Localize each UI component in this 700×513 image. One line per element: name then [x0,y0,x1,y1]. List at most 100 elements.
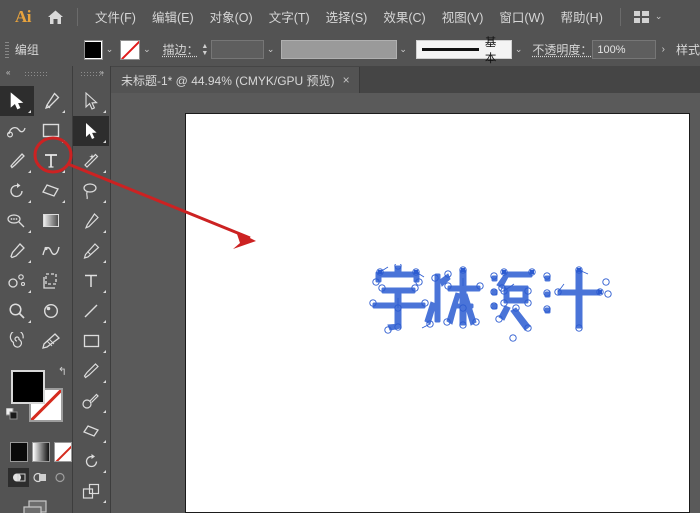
pencil-tool-alt[interactable] [73,236,109,266]
magic-wand-tool[interactable] [73,146,109,176]
type-tool[interactable] [34,146,68,176]
lasso-tool[interactable] [73,176,109,206]
perspective-grid-tool[interactable] [0,206,34,236]
artboard-tool[interactable] [34,266,68,296]
opacity-flyout-arrow[interactable]: › [656,40,671,59]
menu-edit[interactable]: 编辑(E) [144,3,202,30]
draw-normal-icon [11,471,26,484]
shape-tool[interactable] [34,116,68,146]
collapse-left-icon[interactable]: « [6,68,9,77]
rotate-tool[interactable] [0,176,34,206]
panel-grip[interactable] [25,72,47,76]
menu-view[interactable]: 视图(V) [434,3,492,30]
menu-help[interactable]: 帮助(H) [553,3,611,30]
tool-flyout-corner [62,110,65,113]
tool-flyout-corner [103,410,106,413]
stroke-weight-stepper[interactable]: ▲ ▼ [199,40,211,60]
spiral-tool[interactable] [0,326,34,356]
type-tool-alt[interactable] [73,266,109,296]
paintbrush-tool[interactable] [0,146,34,176]
symbol-sprayer-tool[interactable] [0,266,34,296]
menu-file[interactable]: 文件(F) [87,3,144,30]
scale-icon [82,483,100,500]
menu-object[interactable]: 对象(O) [202,3,261,30]
stroke-weight-label[interactable]: 描边： [163,41,199,58]
blend-icon [41,243,61,259]
swap-fill-stroke-icon[interactable]: ↰ [58,365,67,378]
brush-definition-label: 基本 [485,34,506,66]
blob-brush-tool[interactable] [73,386,109,416]
close-icon[interactable]: × [343,74,350,86]
fill-color-box[interactable] [11,370,45,404]
workspace-grid-icon [634,11,650,23]
tool-flyout-corner [103,110,106,113]
artwork-text[interactable] [368,264,613,344]
tool-panel-primary-header[interactable]: « [0,66,72,82]
draw-inside-icon [53,471,68,484]
tool-flyout-corner [28,230,31,233]
shape-builder-tool[interactable] [34,176,68,206]
styles-label[interactable]: 样式 [676,41,700,58]
zoom-tool[interactable] [0,296,34,326]
tool-flyout-corner [103,290,106,293]
default-fill-stroke-icon[interactable] [6,408,18,420]
rotate-tool-alt[interactable] [73,446,109,476]
free-transform-tool[interactable] [34,296,68,326]
home-icon[interactable] [42,4,68,30]
width-tool[interactable] [73,506,109,513]
tool-grid-primary [0,82,72,356]
pen-tool[interactable] [34,86,68,116]
canvas-area[interactable] [110,93,700,513]
pencil-tool[interactable] [34,326,68,356]
stroke-color-swatch[interactable] [120,40,140,60]
opacity-label[interactable]: 不透明度： [532,41,592,58]
artboard[interactable] [185,113,690,513]
stroke-dropdown-chevron[interactable]: ⌄ [140,40,153,60]
brush-definition-select[interactable]: 基本 [416,40,512,59]
paintbrush-tool-alt[interactable] [73,356,109,386]
fill-color-swatch[interactable] [84,40,103,60]
screen-mode-button[interactable] [0,487,72,513]
gradient-mode-button[interactable] [32,442,50,462]
selection-tool[interactable] [0,86,34,116]
brush-definition-chevron[interactable]: ⌄ [512,40,525,60]
opacity-input[interactable]: 100% [592,40,655,59]
blend-tool[interactable] [34,236,68,266]
fill-color-chip [85,42,101,58]
draw-normal-button[interactable] [8,468,29,487]
eraser-tool[interactable] [73,416,109,446]
document-tab[interactable]: 未标题-1* @ 44.94% (CMYK/GPU 预览) × [110,67,360,93]
workspace-switcher[interactable]: ⌄ [634,11,663,23]
tool-panel-secondary-header[interactable]: » [73,66,110,82]
collapse-right-icon[interactable]: » [100,68,103,77]
menu-type[interactable]: 文字(T) [261,3,318,30]
stroke-weight-chevron[interactable]: ⌄ [264,40,277,60]
draw-inside-button[interactable] [50,468,71,487]
stepper-up-icon: ▲ [201,43,208,50]
tool-panel-secondary: » [73,66,111,513]
spiral-icon [8,332,26,350]
rotate-icon [8,182,26,200]
control-bar-grip[interactable] [5,42,9,58]
curvature-tool[interactable] [0,116,34,146]
stroke-profile-chevron[interactable]: ⌄ [397,40,410,60]
menu-select[interactable]: 选择(S) [318,3,376,30]
rectangle-tool[interactable] [73,326,109,356]
color-mode-button[interactable] [10,442,28,462]
none-mode-button[interactable] [54,442,72,462]
tool-flyout-corner [103,380,106,383]
scale-tool[interactable] [73,476,109,506]
eyedropper-tool[interactable] [0,236,34,266]
stroke-profile-input[interactable] [281,40,396,59]
stroke-weight-input[interactable] [211,40,264,59]
gradient-tool[interactable] [34,206,68,236]
add-anchor-point-tool[interactable] [73,206,109,236]
menu-effect[interactable]: 效果(C) [375,3,433,30]
fill-dropdown-chevron[interactable]: ⌄ [103,40,116,60]
draw-behind-icon [32,471,47,484]
menu-window[interactable]: 窗口(W) [491,3,552,30]
selection-tool-alt[interactable] [73,116,109,146]
line-segment-tool[interactable] [73,296,109,326]
draw-behind-button[interactable] [29,468,50,487]
direct-selection-tool[interactable] [73,86,109,116]
